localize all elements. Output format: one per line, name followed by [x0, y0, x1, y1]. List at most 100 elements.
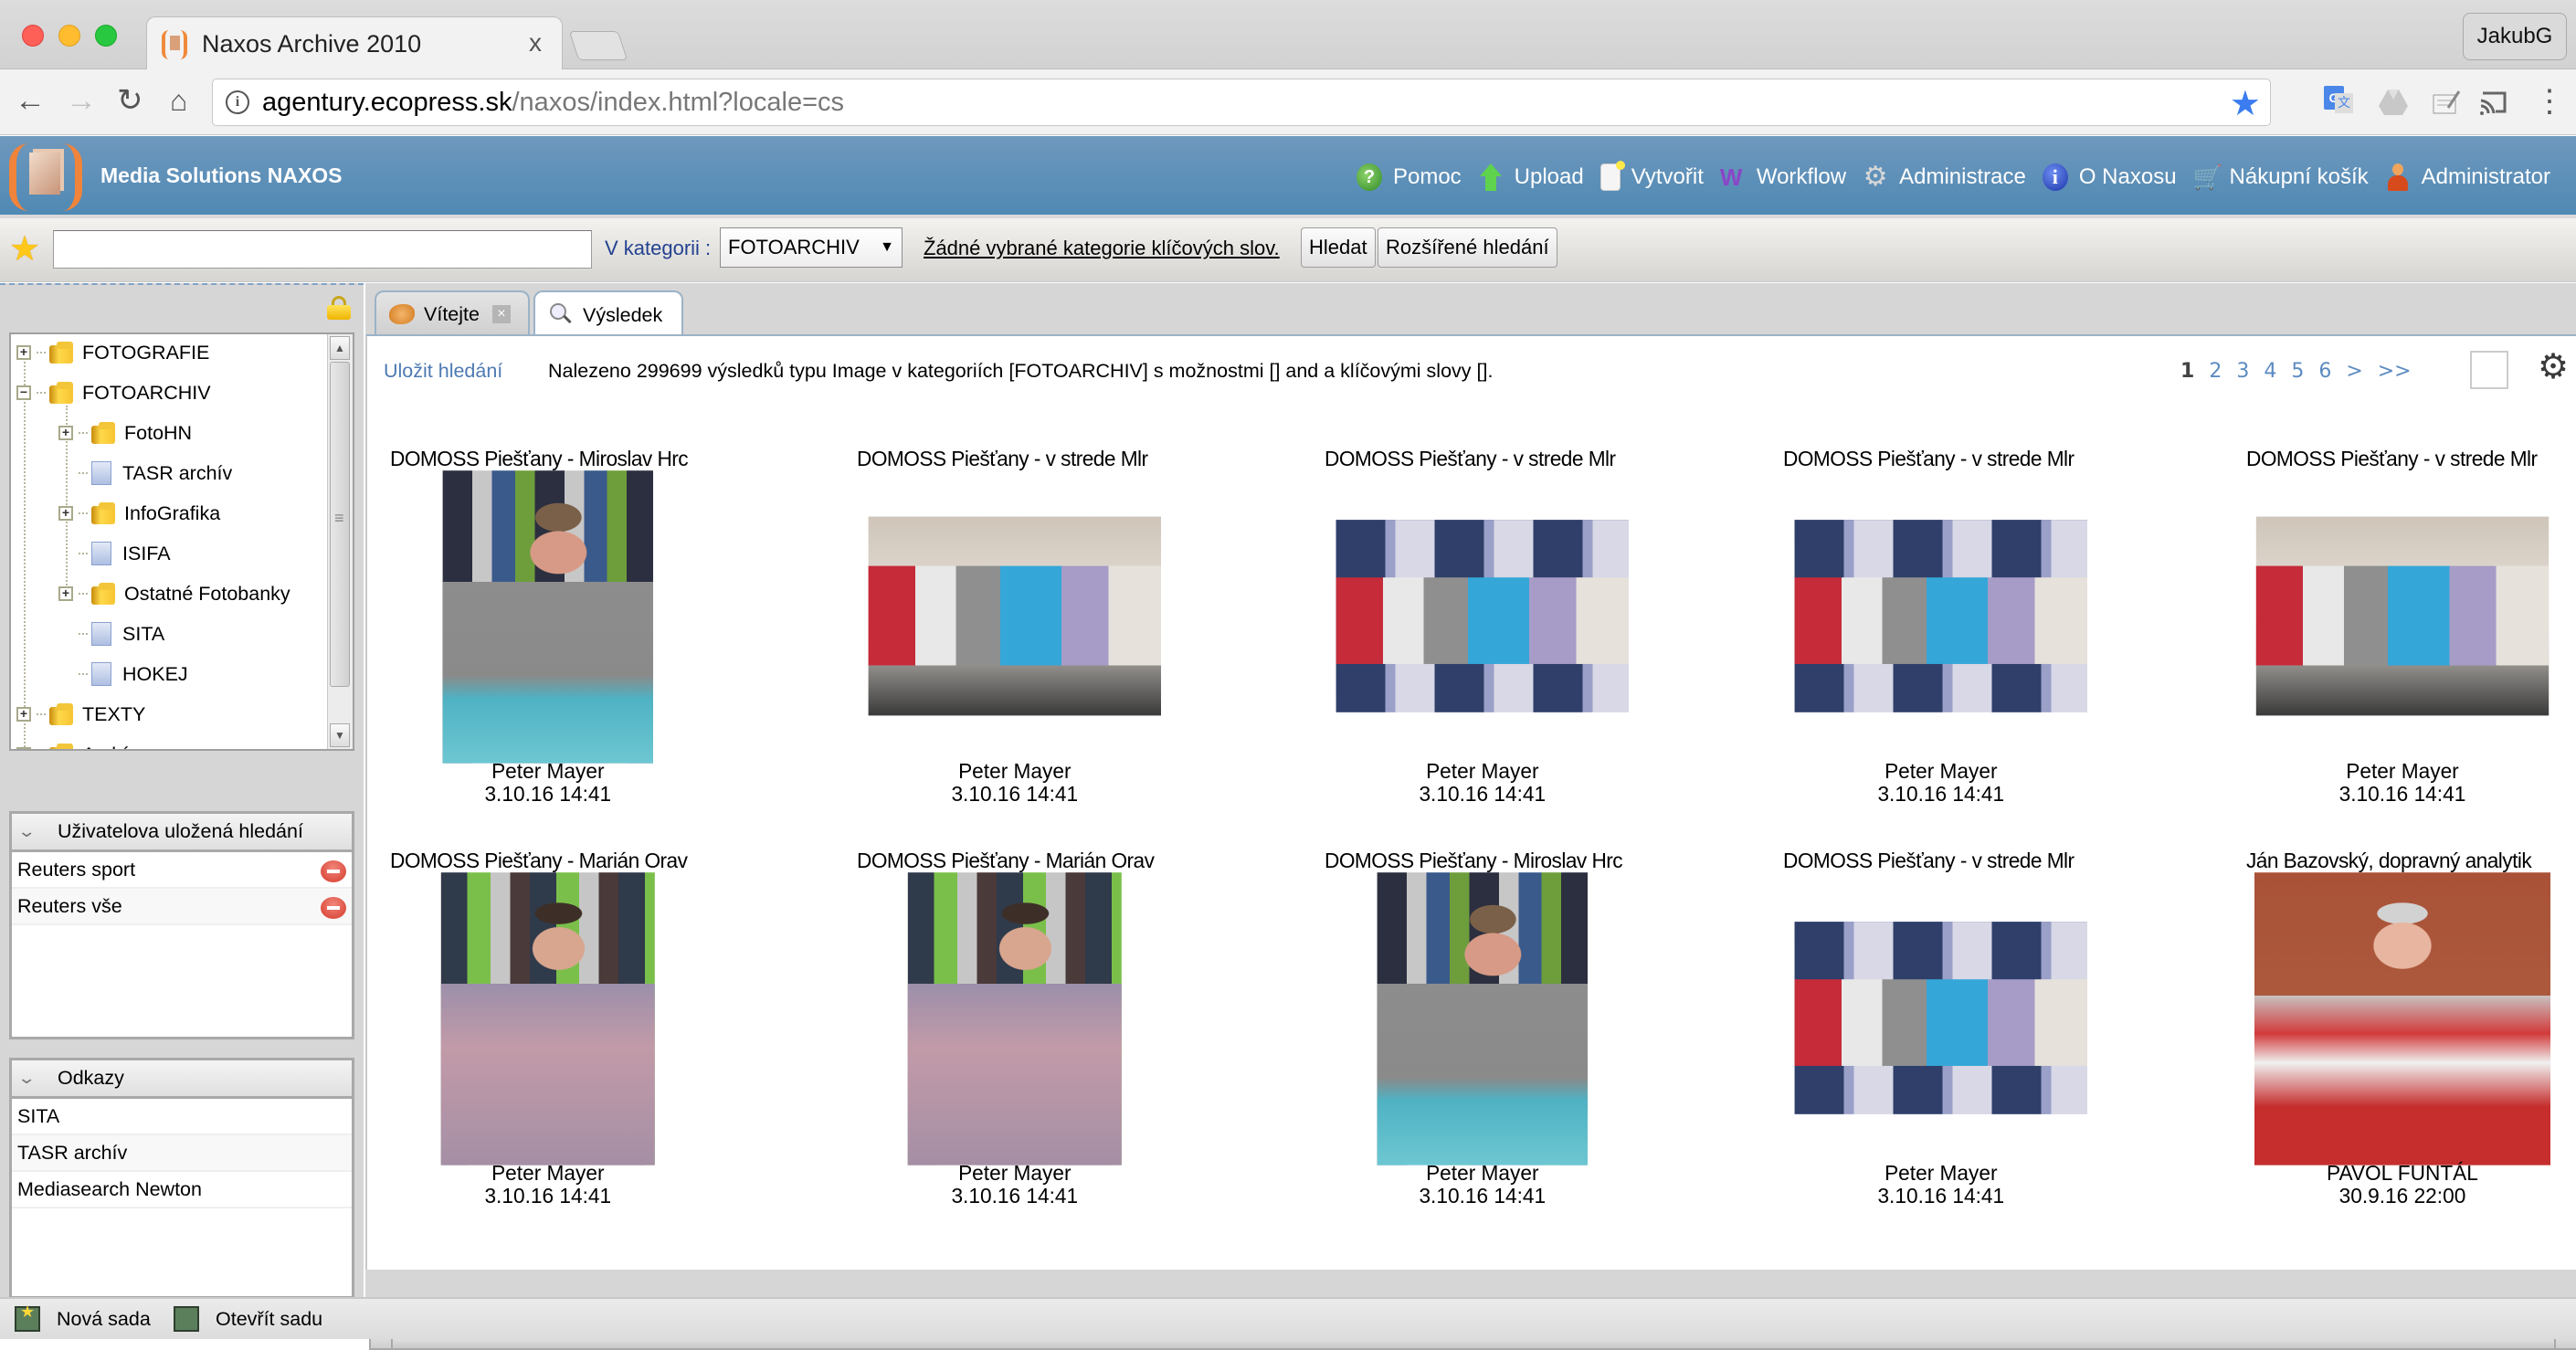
- app-title: Media Solutions NAXOS: [100, 163, 343, 187]
- search-input[interactable]: [53, 230, 592, 269]
- expand-icon[interactable]: +: [58, 586, 73, 601]
- expand-icon[interactable]: +: [16, 345, 31, 360]
- category-select[interactable]: FOTOARCHIV ▼: [720, 227, 903, 268]
- result-card[interactable]: Ján Bazovský, dopravný analytik PAVOL FUN…: [2246, 849, 2576, 1211]
- scroll-up-arrow-icon[interactable]: ▲: [330, 336, 350, 360]
- page-next[interactable]: >: [2346, 360, 2362, 383]
- result-thumbnail[interactable]: [442, 470, 654, 764]
- page-link[interactable]: 6: [2318, 360, 2331, 383]
- notes-extension-icon[interactable]: [2430, 86, 2463, 119]
- expand-icon[interactable]: +: [58, 426, 73, 440]
- scroll-down-arrow-icon[interactable]: ▼: [330, 723, 350, 747]
- tree-scrollbar[interactable]: ▲ ▼: [327, 334, 353, 749]
- reload-icon[interactable]: ↻: [117, 82, 143, 119]
- result-credit: Peter Mayer 3.10.16 14:41: [301, 760, 795, 806]
- saved-search-item[interactable]: Reuters vše: [12, 889, 352, 925]
- menu-item-upload[interactable]: Upload: [1478, 163, 1584, 191]
- window-close-button[interactable]: [22, 25, 44, 47]
- profile-button[interactable]: JakubG: [2463, 13, 2567, 60]
- lock-icon[interactable]: [327, 296, 351, 320]
- expand-icon[interactable]: +: [16, 747, 31, 749]
- menu-item-user[interactable]: Administrator: [2385, 163, 2550, 191]
- back-arrow-icon[interactable]: ←: [15, 82, 46, 119]
- result-thumbnail[interactable]: [908, 871, 1123, 1165]
- tree-item[interactable]: + InfoGrafika: [58, 497, 220, 530]
- tree-item[interactable]: + Ostatné Fotobanky: [58, 577, 290, 610]
- results-content: Uložit hledání Nalezeno 299699 výsledků …: [365, 334, 2576, 1350]
- result-thumbnail[interactable]: [2256, 516, 2550, 716]
- collapse-icon[interactable]: −: [16, 385, 31, 400]
- result-caption: Ján Bazovský, dopravný analytik: [2246, 849, 2532, 872]
- links-header[interactable]: ⌄ Odkazy: [12, 1060, 352, 1099]
- page-last[interactable]: >>: [2378, 360, 2412, 383]
- saved-search-item[interactable]: Reuters sport: [12, 852, 352, 889]
- favorites-star-icon[interactable]: ★: [9, 231, 40, 268]
- forward-arrow-icon[interactable]: →: [66, 82, 97, 119]
- keyword-categories-link[interactable]: Žádné vybrané kategorie klíčových slov.: [924, 237, 1280, 260]
- remove-icon[interactable]: [321, 897, 346, 919]
- tree-item-label: FOTOARCHIV: [82, 381, 211, 404]
- result-thumbnail[interactable]: [868, 516, 1162, 716]
- home-icon[interactable]: ⌂: [170, 82, 187, 119]
- browser-tab-active[interactable]: Naxos Archive 2010 x: [146, 16, 563, 69]
- advanced-search-button[interactable]: Rozšířené hledání: [1378, 227, 1557, 268]
- site-info-icon[interactable]: i: [226, 90, 249, 114]
- window-minimize-button[interactable]: [58, 25, 80, 47]
- tree-scroll-thumb[interactable]: [330, 362, 350, 687]
- result-thumbnail[interactable]: [1794, 520, 2087, 713]
- tab-welcome[interactable]: Vítejte ×: [375, 290, 530, 336]
- cast-icon[interactable]: [2477, 86, 2510, 119]
- result-thumbnail[interactable]: [2254, 871, 2551, 1165]
- tree-item[interactable]: + TEXTY: [16, 698, 145, 731]
- expand-icon[interactable]: +: [58, 506, 73, 521]
- open-set-button[interactable]: Otevřít sadu: [174, 1306, 322, 1332]
- result-credit: Peter Mayer 3.10.16 14:41: [2156, 760, 2576, 806]
- bookmark-star-icon[interactable]: ★: [2230, 83, 2261, 124]
- tab-close-icon[interactable]: ×: [491, 305, 511, 323]
- url-text[interactable]: agentury.ecopress.sk/naxos/index.html?lo…: [262, 88, 844, 118]
- new-tab-button[interactable]: [568, 31, 628, 60]
- tree-item[interactable]: TASR archív: [58, 457, 232, 490]
- google-translate-icon[interactable]: G文: [2324, 86, 2357, 119]
- menu-item-cart[interactable]: 🛒 Nákupní košík: [2193, 163, 2369, 191]
- tree-item[interactable]: − FOTOARCHIV: [16, 376, 211, 409]
- new-set-button[interactable]: Nová sada: [15, 1303, 151, 1332]
- tree-item[interactable]: ISIFA: [58, 537, 171, 570]
- result-card[interactable]: DOMOSS Piešťany - v strede Mlr Peter Maye…: [2246, 448, 2576, 809]
- page-link[interactable]: 3: [2236, 360, 2249, 383]
- tab-result[interactable]: Výsledek: [533, 290, 683, 338]
- tree-item[interactable]: HOKEJ: [58, 658, 188, 691]
- page-link[interactable]: 4: [2264, 360, 2276, 383]
- link-item-sita[interactable]: SITA: [12, 1099, 352, 1135]
- menu-item-about[interactable]: i O Naxosu: [2042, 163, 2177, 191]
- menu-item-administration[interactable]: ⚙ Administrace: [1863, 163, 2026, 191]
- page-number-input[interactable]: [2470, 351, 2508, 389]
- result-thumbnail[interactable]: [440, 871, 655, 1165]
- menu-item-create[interactable]: Vytvořit: [1599, 161, 1704, 191]
- window-zoom-button[interactable]: [95, 25, 117, 47]
- save-search-link[interactable]: Uložit hledání: [384, 360, 502, 383]
- settings-gear-icon[interactable]: ⚙: [2538, 349, 2574, 385]
- menu-item-workflow[interactable]: Workflow: [1720, 163, 1846, 191]
- tree-item[interactable]: + Archív ecopress: [16, 738, 223, 749]
- remove-icon[interactable]: [321, 860, 346, 882]
- tree-item[interactable]: SITA: [58, 617, 164, 650]
- result-thumbnail[interactable]: [1336, 520, 1629, 713]
- menu-item-help[interactable]: ? Pomoc: [1356, 163, 1462, 191]
- page-link[interactable]: 5: [2291, 360, 2304, 383]
- tree-item[interactable]: + FotoHN: [58, 417, 192, 449]
- google-drive-icon[interactable]: [2377, 86, 2410, 119]
- page-link[interactable]: 2: [2209, 360, 2222, 383]
- address-bar[interactable]: i agentury.ecopress.sk/naxos/index.html?…: [212, 79, 2271, 126]
- search-button[interactable]: Hledat: [1301, 227, 1376, 268]
- tab-close-icon[interactable]: x: [529, 28, 542, 58]
- result-thumbnail[interactable]: [1377, 871, 1588, 1165]
- expand-icon[interactable]: +: [16, 707, 31, 722]
- browser-menu-icon[interactable]: ⋮: [2534, 86, 2565, 119]
- result-date: 3.10.16 14:41: [1877, 783, 2004, 807]
- tree-item[interactable]: + FOTOGRAFIE: [16, 336, 209, 369]
- result-thumbnail[interactable]: [1794, 921, 2087, 1114]
- saved-searches-header[interactable]: ⌄ Uživatelova uložená hledání: [12, 814, 352, 852]
- tree-connector: [79, 472, 88, 474]
- result-credit: Peter Mayer 3.10.16 14:41: [1235, 1162, 1728, 1208]
